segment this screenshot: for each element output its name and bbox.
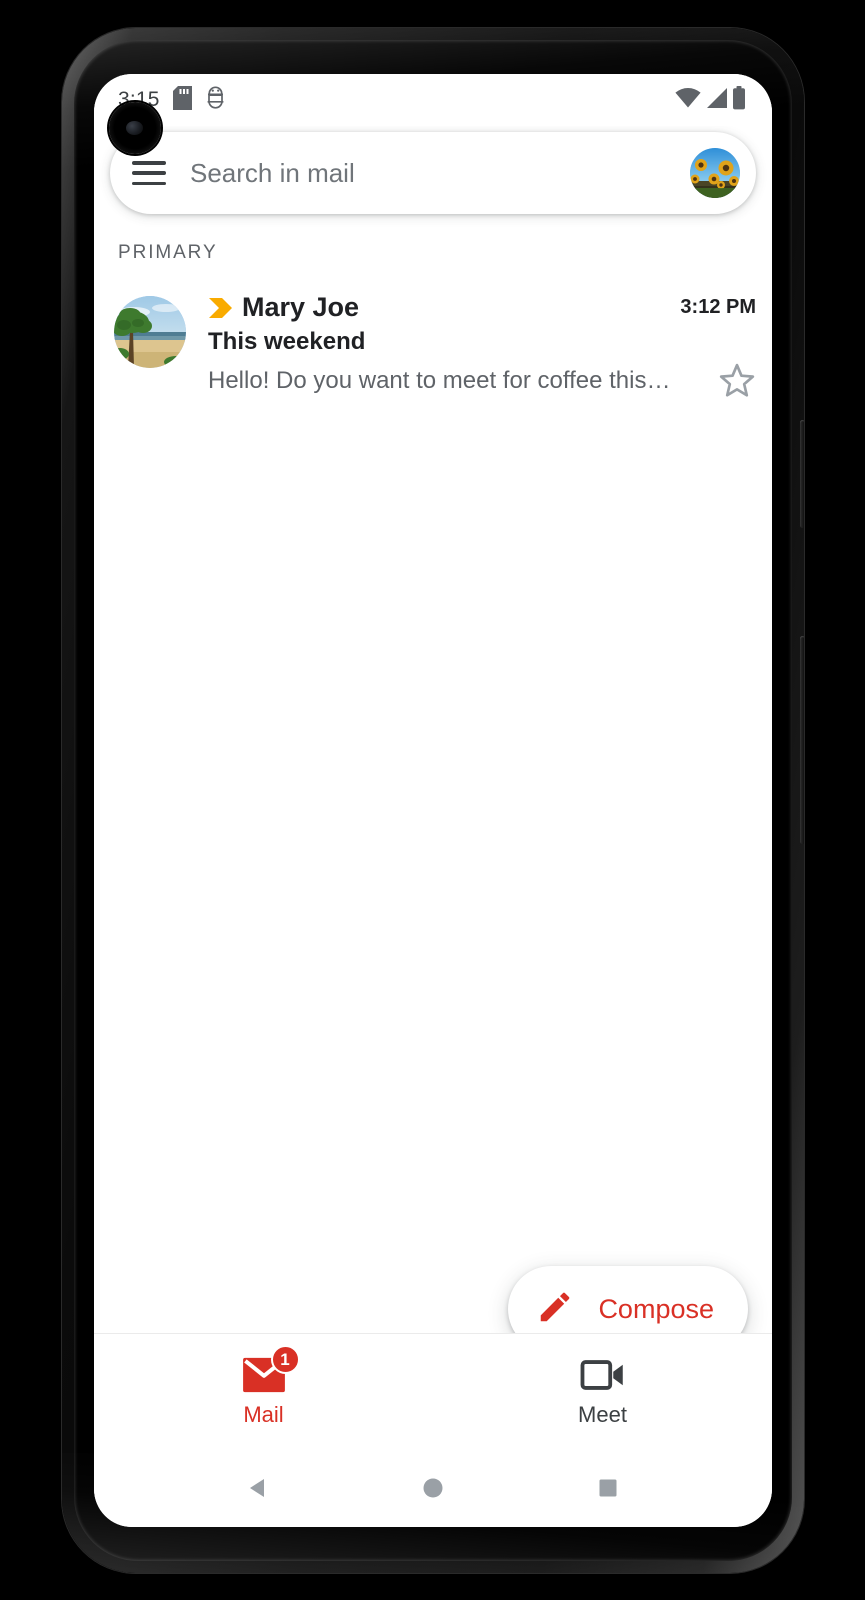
envelope-icon: 1	[241, 1344, 300, 1394]
wifi-icon	[675, 87, 701, 114]
search-bar-container: Search in mail	[94, 126, 772, 214]
bottom-nav-item-mail[interactable]: 1 Mail	[94, 1334, 433, 1449]
section-label-primary: PRIMARY	[118, 242, 218, 263]
email-snippet-line: Hello! Do you want to meet for coffee th…	[208, 362, 756, 400]
hamburger-menu-icon[interactable]	[132, 161, 166, 185]
usb-debugging-icon	[205, 85, 226, 115]
camera-lens	[126, 121, 143, 135]
phone-screen: 3:15 Search in mail PRIMARY Mary Joe 3:1…	[94, 74, 772, 1527]
front-camera-cutout	[109, 102, 161, 154]
search-input[interactable]: Search in mail	[190, 158, 690, 189]
volume-button[interactable]	[800, 636, 804, 844]
sender-avatar[interactable]	[114, 296, 186, 368]
email-sender-name: Mary Joe	[242, 292, 360, 322]
important-marker-icon[interactable]	[208, 296, 235, 320]
cellular-signal-icon	[705, 87, 728, 114]
status-bar: 3:15	[94, 74, 772, 126]
sd-card-icon	[172, 85, 192, 115]
recents-square-icon[interactable]	[593, 1473, 623, 1503]
email-list-item[interactable]: Mary Joe 3:12 PM This weekend Hello! Do …	[94, 284, 772, 414]
account-avatar[interactable]	[690, 148, 740, 198]
email-header-line: Mary Joe 3:12 PM	[208, 292, 756, 323]
pencil-icon	[536, 1288, 574, 1331]
bottom-nav-item-meet[interactable]: Meet	[433, 1334, 772, 1449]
email-snippet: Hello! Do you want to meet for coffee th…	[208, 367, 671, 394]
compose-label: Compose	[598, 1293, 714, 1324]
bottom-navigation-bar: 1 Mail Meet	[94, 1333, 772, 1449]
home-circle-icon[interactable]	[418, 1473, 448, 1503]
bottom-nav-label-mail: Mail	[243, 1401, 284, 1427]
battery-icon	[732, 85, 746, 115]
mail-unread-badge: 1	[270, 1344, 300, 1374]
android-system-navigation	[94, 1449, 772, 1527]
back-triangle-icon[interactable]	[243, 1473, 273, 1503]
power-button[interactable]	[800, 420, 804, 528]
email-subject: This weekend	[208, 328, 366, 355]
search-bar[interactable]: Search in mail	[110, 132, 756, 214]
bottom-nav-label-meet: Meet	[578, 1401, 627, 1427]
email-list: Mary Joe 3:12 PM This weekend Hello! Do …	[94, 270, 772, 414]
phone-device-frame: 3:15 Search in mail PRIMARY Mary Joe 3:1…	[62, 28, 804, 1573]
status-bar-right	[675, 85, 746, 115]
video-camera-icon	[580, 1356, 626, 1394]
star-icon[interactable]	[718, 362, 756, 400]
email-timestamp: 3:12 PM	[680, 296, 756, 318]
email-content: Mary Joe 3:12 PM This weekend Hello! Do …	[208, 292, 756, 400]
